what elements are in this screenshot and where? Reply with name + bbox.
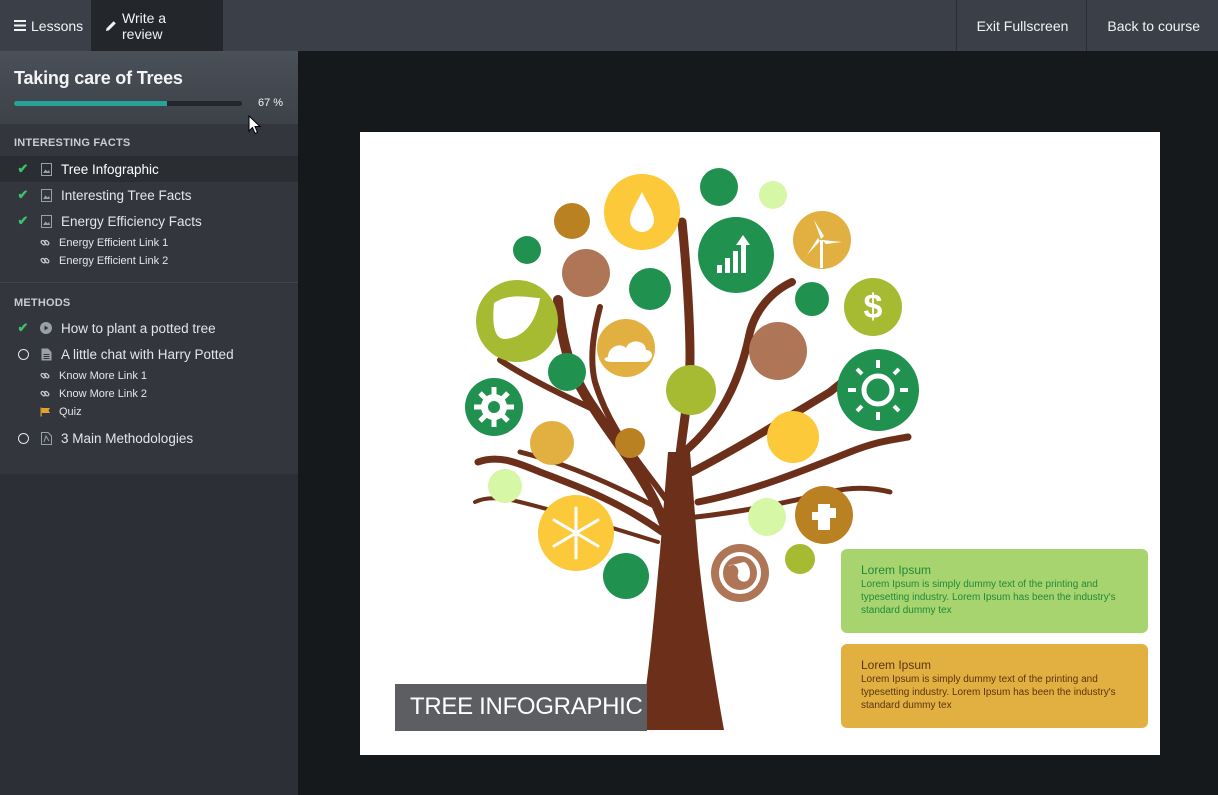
lesson-content-area: $ Lorem Ipsum Lorem Ipsum is simply dumm… [298,51,1218,795]
info-box-2: Lorem Ipsum Lorem Ipsum is simply dummy … [841,644,1148,728]
back-to-course-button[interactable]: Back to course [1086,0,1218,51]
play-icon [40,321,52,335]
info-box-title: Lorem Ipsum [861,658,932,672]
link-label: Energy Efficient Link 2 [59,255,169,267]
info-box-text: Lorem Ipsum is simply dummy text of the … [861,674,1116,711]
pencil-icon [105,20,117,32]
incomplete-circle-icon [16,431,30,445]
info-box-title: Lorem Ipsum [861,563,932,577]
flag-icon [40,407,52,417]
info-box-1: Lorem Ipsum Lorem Ipsum is simply dummy … [841,549,1148,633]
progress-bar [14,100,242,106]
svg-text:$: $ [864,288,883,326]
lesson-item-plant-potted-tree[interactable]: ✔ How to plant a potted tree [0,315,298,341]
write-review-button[interactable]: Write a review [91,0,223,51]
tree-infographic-slide: $ Lorem Ipsum Lorem Ipsum is simply dumm… [360,132,1160,755]
image-icon [40,188,52,202]
link-item[interactable]: Energy Efficient Link 2 [0,252,298,270]
image-icon [40,162,52,176]
progress-percent: 67 % [258,97,284,109]
lesson-item-interesting-tree-facts[interactable]: ✔ Interesting Tree Facts [0,182,298,208]
lessons-label: Lessons [31,17,84,34]
link-label: Know More Link 2 [59,388,148,400]
link-icon [40,389,52,399]
slide-title-label: TREE INFOGRAPHIC [395,684,647,731]
incomplete-circle-icon [16,347,30,361]
lesson-item-chat-harry-potted[interactable]: A little chat with Harry Potted [0,341,298,367]
lesson-item-energy-efficiency-facts[interactable]: ✔ Energy Efficiency Facts [0,208,298,234]
lessons-sidebar: Taking care of Trees 67 % INTERESTING FA… [0,51,298,795]
link-item[interactable]: Know More Link 2 [0,385,298,403]
lesson-label: 3 Main Methodologies [61,430,194,446]
quiz-label: Quiz [59,406,82,418]
top-bar: Lessons Write a review Exit Fullscreen B… [0,0,1218,51]
progress-fill [14,100,167,106]
lesson-item-tree-infographic[interactable]: ✔ Tree Infographic [0,156,298,182]
completed-check-icon: ✔ [17,213,29,228]
course-progress: 67 % [14,97,284,109]
lesson-label: A little chat with Harry Potted [61,346,234,362]
lesson-item-3-main-methodologies[interactable]: 3 Main Methodologies [0,425,298,451]
quiz-item[interactable]: Quiz [0,403,298,421]
pdf-icon [40,431,52,445]
link-icon [40,256,52,266]
write-review-label: Write a review [122,9,167,42]
link-icon [40,371,52,381]
lessons-button[interactable]: Lessons [0,0,91,51]
lesson-label: Interesting Tree Facts [61,187,192,203]
image-icon [40,214,52,228]
mouse-cursor-icon [248,114,262,140]
document-icon [40,347,52,361]
link-label: Know More Link 1 [59,370,148,382]
info-box-text: Lorem Ipsum is simply dummy text of the … [861,579,1116,616]
course-title: Taking care of Trees [14,68,183,88]
link-icon [40,238,52,248]
lesson-label: Energy Efficiency Facts [61,213,202,229]
lesson-label: Tree Infographic [61,161,159,177]
exit-fullscreen-button[interactable]: Exit Fullscreen [955,0,1087,51]
menu-icon [14,20,26,31]
link-label: Energy Efficient Link 1 [59,237,169,249]
completed-check-icon: ✔ [17,187,29,202]
completed-check-icon: ✔ [17,320,29,335]
section-title-methods: METHODS [14,297,71,309]
link-item[interactable]: Energy Efficient Link 1 [0,234,298,252]
completed-check-icon: ✔ [17,161,29,176]
course-header: Taking care of Trees 67 % [0,51,298,124]
lessons-list: INTERESTING FACTS ✔ Tree Infographic ✔ I… [0,124,298,474]
lesson-label: How to plant a potted tree [61,320,216,336]
link-item[interactable]: Know More Link 1 [0,367,298,385]
